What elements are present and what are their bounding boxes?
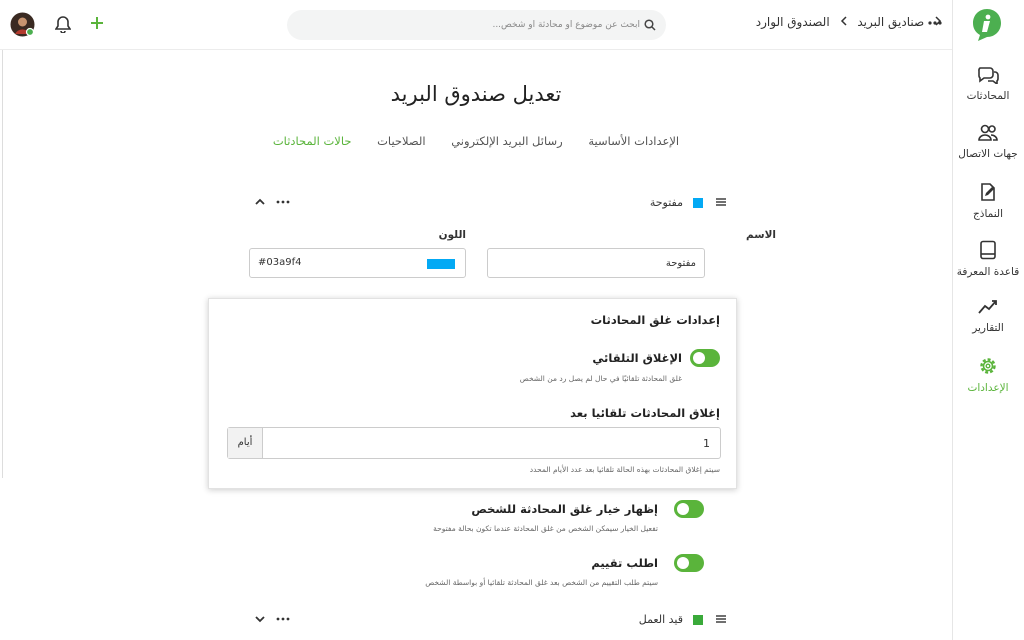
days-unit-addon: أيام [228, 428, 263, 458]
sidebar-item-label: المحادثات [966, 90, 1010, 102]
sidebar-item-label: التقارير [972, 322, 1004, 334]
sidebar-item-label: النماذج [972, 208, 1003, 220]
tab-basic-settings[interactable]: الإعدادات الأساسية [588, 134, 679, 148]
knowledge-base-icon [980, 240, 996, 260]
sidebar-item-label: الإعدادات [967, 382, 1009, 394]
settings-tabs: الإعدادات الأساسية رسائل البريد الإلكترو… [0, 134, 952, 148]
request-rating-toggle[interactable] [674, 554, 704, 572]
status-name: مفتوحة [649, 196, 683, 209]
status-name-input[interactable] [487, 248, 705, 278]
page-title: تعديل صندوق البريد [390, 82, 562, 106]
chevron-up-icon[interactable] [253, 195, 267, 209]
avatar[interactable] [10, 12, 35, 37]
status-color-swatch [693, 198, 703, 208]
breadcrumb-item-inbox[interactable]: الصندوق الوارد [756, 15, 830, 29]
status-row-in-progress: قيد العمل [245, 609, 735, 631]
name-label: الاسم [746, 229, 776, 241]
panel-title: إعدادات غلق المحادثات [590, 313, 720, 327]
conversations-icon [978, 67, 999, 84]
show-close-option-help: تفعيل الخيار سيمكن الشخص من غلق المحادثة… [433, 524, 658, 533]
chevron-down-icon[interactable] [253, 612, 267, 626]
color-label: اللون [438, 229, 466, 241]
sidebar-item-reports[interactable]: التقارير [952, 298, 1024, 354]
auto-close-help: غلق المحادثة تلقائيًا في حال لم يصل رد م… [519, 374, 682, 383]
auto-close-label: الإغلاق التلقائي [592, 351, 682, 365]
tab-email-messages[interactable]: رسائل البريد الإلكتروني [451, 134, 562, 148]
tab-conversation-statuses[interactable]: حالات المحادثات [273, 134, 352, 148]
reports-icon [978, 300, 997, 314]
search-icon [644, 19, 656, 31]
color-hex-value: #03a9f4 [258, 257, 302, 268]
sidebar-item-label: قاعدة المعرفة [956, 266, 1020, 278]
more-options-icon[interactable] [275, 195, 291, 209]
breadcrumb: صناديق البريد الصندوق الوارد [756, 14, 942, 29]
sidebar-item-settings[interactable]: الإعدادات [952, 356, 1024, 412]
request-rating-label: اطلب تقييم [591, 556, 658, 570]
status-name: قيد العمل [638, 613, 683, 626]
color-preview-swatch [427, 259, 455, 269]
sidebar-item-contacts[interactable]: جهات الاتصال [952, 124, 1024, 180]
show-close-option-label: إظهار خيار غلق المحادثة للشخص [471, 502, 658, 516]
sidebar-item-templates[interactable]: النماذج [952, 182, 1024, 238]
templates-icon [981, 183, 995, 201]
show-close-option-toggle[interactable] [674, 500, 704, 518]
drag-handle-icon[interactable] [715, 613, 727, 625]
chevron-left-icon [840, 15, 848, 29]
sidebar-item-knowledge-base[interactable]: قاعدة المعرفة [952, 240, 1024, 296]
request-rating-help: سيتم طلب التقييم من الشخص بعد غلق المحاد… [425, 578, 658, 587]
settings-icon [980, 358, 996, 374]
close-after-group: أيام [227, 427, 721, 459]
color-picker-field[interactable]: #03a9f4 [249, 248, 466, 278]
add-icon[interactable] [90, 16, 104, 30]
search-bar [287, 10, 666, 40]
notifications-bell-icon[interactable] [55, 15, 71, 33]
auto-close-toggle[interactable] [690, 349, 720, 367]
app-logo[interactable] [972, 8, 1002, 42]
sidebar-item-label: جهات الاتصال [958, 148, 1018, 160]
more-options-icon[interactable] [928, 21, 942, 25]
main-sidebar: المحادثات جهات الاتصال النماذج قاعدة الم… [952, 0, 1024, 640]
top-bar: صناديق البريد الصندوق الوارد [0, 0, 952, 50]
tab-permissions[interactable]: الصلاحيات [377, 134, 425, 148]
breadcrumb-item-mailboxes[interactable]: صناديق البريد [857, 15, 924, 29]
close-settings-panel: إعدادات غلق المحادثات الإغلاق التلقائي غ… [208, 298, 737, 489]
search-input[interactable] [320, 10, 640, 40]
more-options-icon[interactable] [275, 612, 291, 626]
close-after-label: إغلاق المحادثات تلقائيا بعد [570, 406, 720, 420]
drag-handle-icon[interactable] [715, 196, 727, 208]
status-color-swatch [693, 615, 703, 625]
days-input[interactable] [264, 428, 720, 458]
sidebar-item-conversations[interactable]: المحادثات [952, 66, 1024, 122]
contacts-icon [978, 124, 998, 141]
status-row-open: مفتوحة [245, 192, 735, 214]
days-help: سيتم إغلاق المحادثات بهذه الحالة تلقائيا… [529, 465, 720, 474]
content-divider [2, 50, 3, 478]
